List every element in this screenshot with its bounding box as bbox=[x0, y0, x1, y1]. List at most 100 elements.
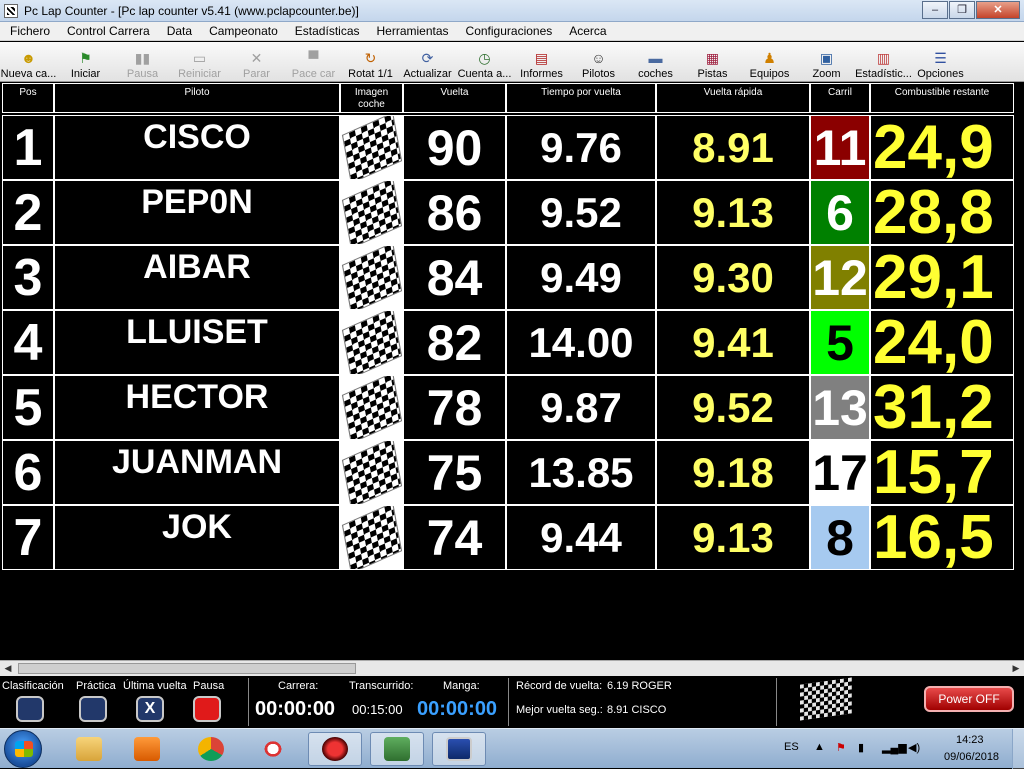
clock-date[interactable]: 09/06/2018 bbox=[944, 751, 999, 763]
column-header-lap: Vuelta bbox=[403, 83, 506, 113]
cars-icon: ▬ bbox=[648, 50, 663, 66]
taskbar-pc-lap-counter[interactable] bbox=[432, 732, 486, 766]
toolbar-button-cars[interactable]: ▬ coches bbox=[627, 42, 684, 82]
clasificacion-button[interactable] bbox=[16, 696, 44, 722]
lap-count-cell: 75 bbox=[403, 440, 506, 505]
column-header-fuel: Combustible restante bbox=[870, 83, 1014, 113]
toolbar-button-label: coches bbox=[638, 68, 673, 80]
toolbar-button-label: Nueva ca... bbox=[0, 68, 57, 80]
teams-icon: ♟ bbox=[763, 50, 776, 66]
minimize-button[interactable]: – bbox=[922, 1, 948, 19]
power-off-button[interactable]: Power OFF bbox=[924, 686, 1014, 712]
position-cell: 5 bbox=[2, 375, 54, 440]
toolbar-button-rotate[interactable]: ↻ Rotat 1/1 bbox=[342, 42, 399, 82]
practica-button[interactable] bbox=[79, 696, 107, 722]
zoom-icon: ▣ bbox=[819, 50, 834, 66]
app-icon[interactable] bbox=[4, 3, 18, 18]
toolbar-button-reports[interactable]: ▤ Informes bbox=[513, 42, 570, 82]
scroll-left-arrow-icon[interactable]: ◀ bbox=[0, 661, 16, 676]
pausa-button[interactable] bbox=[193, 696, 221, 722]
restart-icon: ▭ bbox=[192, 50, 207, 66]
lane-text: 11 bbox=[813, 119, 867, 176]
checkered-flag-icon bbox=[341, 311, 402, 374]
toolbar-button-label: Pace car bbox=[291, 68, 336, 80]
position-text: 4 bbox=[13, 313, 43, 372]
menu-bar: Fichero Control Carrera Data Campeonato … bbox=[0, 22, 1024, 41]
close-button[interactable]: ✕ bbox=[976, 1, 1020, 19]
toolbar-button-label: Equipos bbox=[749, 68, 790, 80]
lane-cell: 13 bbox=[810, 375, 870, 440]
scroll-right-arrow-icon[interactable]: ▶ bbox=[1008, 661, 1024, 676]
best-lap-text: 9.13 bbox=[692, 513, 774, 561]
toolbar-button-new-race[interactable]: ☻ Nueva ca... bbox=[0, 42, 57, 82]
menu-fichero[interactable]: Fichero bbox=[0, 24, 57, 38]
toolbar-button-teams[interactable]: ♟ Equipos bbox=[741, 42, 798, 82]
taskbar-media-player[interactable] bbox=[120, 732, 174, 766]
best-lap-cell: 9.18 bbox=[656, 440, 810, 505]
toolbar-button-tracks[interactable]: ▦ Pistas bbox=[684, 42, 741, 82]
lap-count-text: 74 bbox=[426, 509, 483, 566]
lap-count-text: 75 bbox=[426, 444, 483, 501]
toolbar-button-stop[interactable]: ✕ Parar bbox=[228, 42, 285, 82]
show-desktop-button[interactable] bbox=[1012, 729, 1024, 769]
toolbar-button-restart[interactable]: ▭ Reiniciar bbox=[171, 42, 228, 82]
language-indicator[interactable]: ES bbox=[784, 741, 799, 753]
volume-icon[interactable]: ◀) bbox=[908, 741, 920, 754]
taskbar-helmet-app[interactable] bbox=[308, 732, 362, 766]
ultima-vuelta-button[interactable]: X bbox=[136, 696, 164, 722]
menu-herramientas[interactable]: Herramientas bbox=[367, 24, 456, 38]
fuel-text: 28,8 bbox=[873, 180, 994, 245]
position-text: 5 bbox=[13, 378, 43, 437]
pilot-name-text: JUANMAN bbox=[112, 443, 282, 481]
fuel-cell: 29,1 bbox=[870, 245, 1014, 310]
network-icon[interactable]: ▂▄▆ bbox=[882, 741, 907, 754]
position-cell: 1 bbox=[2, 115, 54, 180]
toolbar-button-refresh[interactable]: ⟳ Actualizar bbox=[399, 42, 456, 82]
window-controls: – ❐ ✕ bbox=[921, 1, 1020, 19]
menu-campeonato[interactable]: Campeonato bbox=[199, 24, 285, 38]
tracks-icon: ▦ bbox=[705, 50, 720, 66]
lap-count-cell: 82 bbox=[403, 310, 506, 375]
column-header-best-lap: Vuelta rápida bbox=[656, 83, 810, 113]
taskbar-chrome[interactable] bbox=[184, 732, 238, 766]
record-value: 6.19 ROGER bbox=[607, 680, 672, 692]
action-center-icon[interactable]: ⚑ bbox=[836, 741, 846, 754]
taskbar-explorer[interactable] bbox=[62, 732, 116, 766]
lane-text: 8 bbox=[826, 509, 854, 566]
taskbar-hardware-app[interactable] bbox=[370, 732, 424, 766]
toolbar-button-pause[interactable]: ▮▮ Pausa bbox=[114, 42, 171, 82]
menu-data[interactable]: Data bbox=[157, 24, 199, 38]
toolbar-button-countdown[interactable]: ◷ Cuenta a... bbox=[456, 42, 513, 82]
clock-time[interactable]: 14:23 bbox=[956, 734, 984, 746]
window-title: Pc Lap Counter - [Pc lap counter v5.41 (… bbox=[24, 3, 359, 18]
power-icon[interactable]: ▮ bbox=[858, 741, 864, 754]
position-text: 6 bbox=[13, 443, 43, 502]
menu-estadisticas[interactable]: Estadísticas bbox=[285, 24, 367, 38]
menu-acerca[interactable]: Acerca bbox=[559, 24, 613, 38]
lap-time-text: 13.85 bbox=[528, 448, 634, 496]
best-lap-cell: 9.13 bbox=[656, 505, 810, 570]
start-button[interactable] bbox=[4, 730, 42, 768]
toolbar-button-zoom[interactable]: ▣ Zoom bbox=[798, 42, 855, 82]
toolbar-button-start-flag[interactable]: ⚑ Iniciar bbox=[57, 42, 114, 82]
maximize-button[interactable]: ❐ bbox=[949, 1, 975, 19]
pilot-name-text: LLUISET bbox=[126, 313, 268, 351]
lap-time-text: 9.87 bbox=[540, 383, 622, 431]
lap-count-cell: 86 bbox=[403, 180, 506, 245]
taskbar-snipping-tool[interactable] bbox=[246, 732, 300, 766]
toolbar-button-options[interactable]: ☰ Opciones bbox=[912, 42, 969, 82]
rotate-icon: ↻ bbox=[364, 50, 377, 66]
toolbar-button-statistics[interactable]: ▥ Estadístic... bbox=[855, 42, 912, 82]
toolbar-button-drivers[interactable]: ☺ Pilotos bbox=[570, 42, 627, 82]
menu-configuraciones[interactable]: Configuraciones bbox=[456, 24, 560, 38]
statistics-icon: ▥ bbox=[876, 50, 891, 66]
horizontal-scrollbar[interactable]: ◀ ▶ bbox=[0, 660, 1024, 676]
car-image-cell bbox=[340, 245, 403, 310]
scrollbar-thumb[interactable] bbox=[18, 663, 356, 674]
toolbar-button-pace-car[interactable]: ▀ Pace car bbox=[285, 42, 342, 82]
lap-count-text: 84 bbox=[426, 249, 483, 306]
separator bbox=[776, 678, 777, 726]
fuel-cell: 24,9 bbox=[870, 115, 1014, 180]
show-hidden-icons-icon[interactable]: ▲ bbox=[814, 741, 825, 753]
menu-control-carrera[interactable]: Control Carrera bbox=[57, 24, 157, 38]
